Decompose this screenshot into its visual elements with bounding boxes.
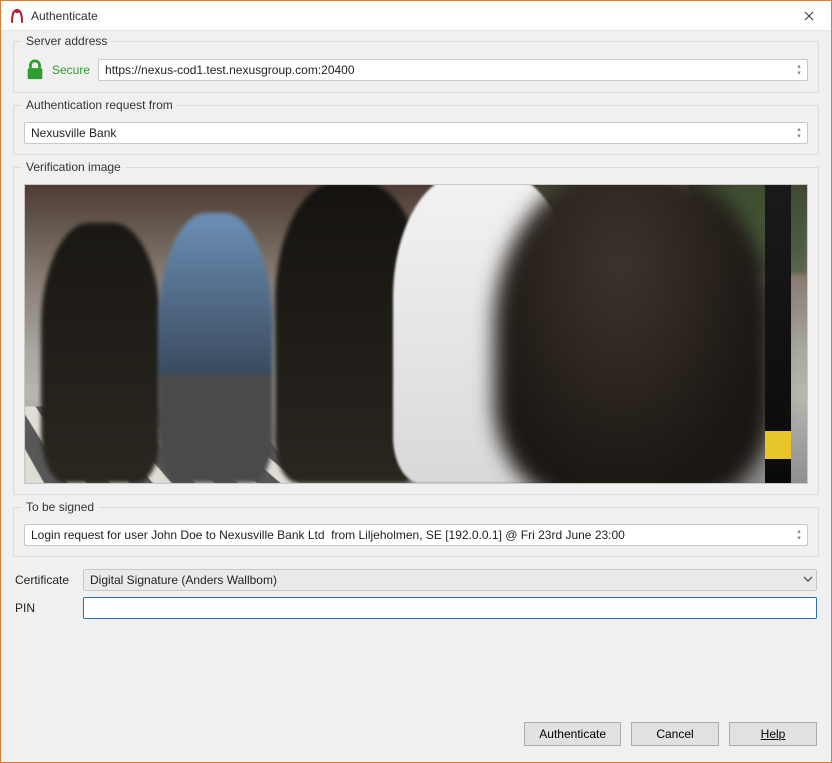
credentials-grid: Certificate PIN — [13, 569, 819, 619]
app-icon — [9, 8, 25, 24]
server-address-legend: Server address — [22, 34, 111, 48]
certificate-value[interactable] — [83, 569, 817, 591]
to-be-signed-group: To be signed ▴▾ — [13, 507, 819, 557]
button-bar: Authenticate Cancel Help — [13, 722, 819, 750]
help-button-label: Help — [761, 727, 786, 741]
server-url-field[interactable] — [98, 59, 808, 81]
help-button[interactable]: Help — [729, 722, 817, 746]
titlebar: Authenticate — [1, 1, 831, 31]
server-address-group: Server address Secure ▴▾ — [13, 41, 819, 93]
lock-icon — [24, 58, 46, 82]
to-be-signed-legend: To be signed — [22, 500, 98, 514]
verification-image — [24, 184, 808, 484]
to-be-signed-field[interactable] — [24, 524, 808, 546]
dialog-content: Server address Secure ▴▾ Authentication … — [1, 31, 831, 762]
authenticate-button[interactable]: Authenticate — [524, 722, 621, 746]
pin-label: PIN — [15, 601, 75, 615]
authenticate-dialog: Authenticate Server address Secure ▴▾ — [0, 0, 832, 763]
auth-request-from-field[interactable] — [24, 122, 808, 144]
auth-request-from-group: Authentication request from ▴▾ — [13, 105, 819, 155]
certificate-label: Certificate — [15, 573, 75, 587]
cancel-button[interactable]: Cancel — [631, 722, 719, 746]
pin-input[interactable] — [83, 597, 817, 619]
secure-label: Secure — [52, 63, 90, 77]
close-button[interactable] — [786, 1, 831, 31]
verification-image-legend: Verification image — [22, 160, 125, 174]
window-title: Authenticate — [31, 9, 786, 23]
verification-image-group: Verification image — [13, 167, 819, 495]
certificate-combo[interactable] — [83, 569, 817, 591]
auth-request-from-legend: Authentication request from — [22, 98, 177, 112]
